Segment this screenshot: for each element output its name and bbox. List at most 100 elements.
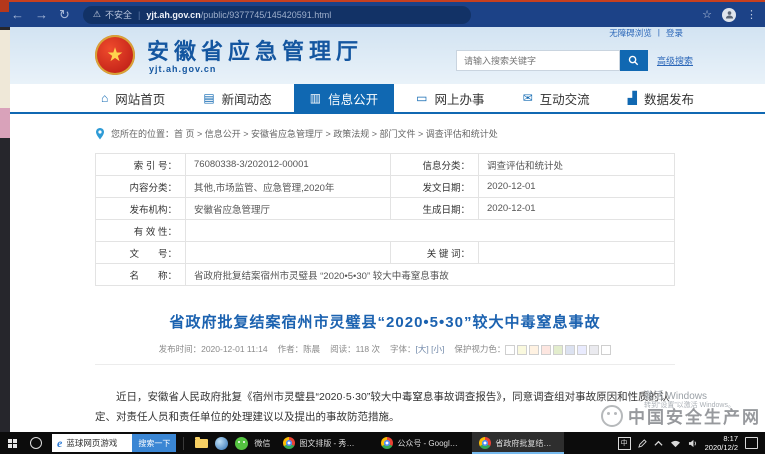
doc-name-value: 省政府批复结案宿州市灵璧县 “2020•5•30” 较大中毒窒息事故 (186, 264, 675, 286)
taskbar-window-current-article[interactable]: 省政府批复结案宿... (472, 432, 564, 454)
nav-label: 网上办事 (435, 89, 485, 108)
content-class-label: 内容分类： (96, 176, 186, 198)
chart-icon: ▟ (628, 91, 637, 105)
top-red-strip (0, 0, 765, 2)
author: 作者：陈晨 (278, 343, 321, 355)
nav-item-online-services[interactable]: ▭ 网上办事 (400, 84, 500, 112)
emblem-star-icon: ★ (106, 44, 123, 67)
taskbar-window-xiumi[interactable]: 图文排版 - 秀米 XI... (276, 432, 368, 454)
address-bar[interactable]: ⚠ 不安全 | yjt.ah.gov.cn/public/9377745/145… (83, 6, 471, 24)
table-row: 文 号： 关 键 词： (96, 242, 675, 264)
document-info-table: 索 引 号： 76080338-3/202012-00001 信息分类： 调查评… (95, 153, 675, 286)
doc-number-value (186, 242, 391, 264)
taskbar-window-official-account[interactable]: 公众号 - Google ... (374, 432, 466, 454)
wechat-icon (235, 437, 248, 450)
ime-icon[interactable]: 中 (618, 437, 631, 450)
notification-center-icon[interactable] (745, 437, 758, 449)
profile-avatar[interactable] (722, 8, 736, 22)
wechat-label[interactable]: 微信 (254, 438, 270, 449)
nav-item-interaction[interactable]: ✉ 互动交流 (507, 84, 606, 112)
issue-date-value: 2020-12-01 (479, 176, 675, 198)
document-icon: ▥ (310, 91, 321, 105)
bookmark-star-icon[interactable]: ☆ (702, 8, 712, 21)
table-row: 名 称： 省政府批复结案宿州市灵璧县 “2020•5•30” 较大中毒窒息事故 (96, 264, 675, 286)
nav-item-data-release[interactable]: ▟ 数据发布 (612, 84, 710, 112)
nav-item-news[interactable]: ▤ 新闻动态 (187, 84, 287, 112)
not-secure-warning-icon: ⚠ (93, 9, 101, 20)
breadcrumb: 您所在的位置：首 页 > 信息公开 > 安徽省应急管理厅 > 政策法规 > 部门… (95, 127, 765, 140)
corner-red-block (0, 0, 9, 12)
browser-menu-icon[interactable]: ⋮ (746, 8, 757, 21)
chevron-up-icon[interactable] (654, 440, 663, 447)
reload-icon[interactable]: ↻ (59, 8, 70, 21)
taskbar-search-box[interactable]: e 蓝球网页游戏 搜索一下 (52, 434, 176, 452)
doc-number-label: 文 号： (96, 242, 186, 264)
advanced-search-link[interactable]: 高级搜索 (657, 54, 693, 67)
taskbar-divider (183, 437, 184, 450)
nav-label: 新闻动态 (222, 89, 272, 108)
eye-protect-swatch[interactable] (601, 345, 611, 355)
cortana-button[interactable] (24, 432, 48, 454)
article-meta: 发布时间：2020-12-01 11:14 作者：陈晨 阅读：118 次 字体：… (95, 343, 675, 355)
site-title: 安徽省应急管理厅 (147, 34, 363, 66)
nav-item-home[interactable]: ⌂ 网站首页 (85, 84, 181, 112)
taskbar-search-button[interactable]: 搜索一下 (132, 434, 176, 452)
eye-protect-swatch[interactable] (553, 345, 563, 355)
site-domain: yjt.ah.gov.cn (149, 64, 216, 74)
accessibility-link[interactable]: 无障碍浏览 (609, 27, 652, 39)
font-small-button[interactable]: [小] (431, 344, 444, 354)
article-title: 省政府批复结案宿州市灵璧县“2020•5•30”较大中毒窒息事故 (95, 311, 675, 332)
not-secure-label: 不安全 (105, 8, 132, 21)
links-divider: | (658, 27, 660, 39)
eye-protect-swatch[interactable] (589, 345, 599, 355)
webpage: ★ 安徽省应急管理厅 yjt.ah.gov.cn 无障碍浏览 | 登录 高级搜索… (10, 27, 765, 432)
index-number-label: 索 引 号： (96, 154, 186, 176)
pen-icon[interactable] (638, 439, 647, 448)
windows-taskbar: e 蓝球网页游戏 搜索一下 微信 图文排版 - 秀米 XI... 公众号 - G… (0, 432, 765, 454)
nav-item-info-disclosure[interactable]: ▥ 信息公开 (294, 84, 394, 112)
eye-protect-swatch[interactable] (529, 345, 539, 355)
browser-actions: ☆ ⋮ (702, 8, 757, 22)
issue-date-label: 发文日期： (391, 176, 479, 198)
breadcrumb-text[interactable]: 您所在的位置：首 页 > 信息公开 > 安徽省应急管理厅 > 政策法规 > 部门… (111, 127, 498, 140)
eye-protect-swatches (505, 345, 611, 355)
info-class-label: 信息分类： (391, 154, 479, 176)
eye-protect-swatch[interactable] (565, 345, 575, 355)
wifi-icon[interactable] (670, 439, 681, 448)
start-button[interactable] (0, 432, 24, 454)
person-icon (725, 10, 734, 19)
back-icon[interactable]: ← (11, 8, 24, 21)
table-row: 发布机构： 安徽省应急管理厅 生成日期： 2020-12-01 (96, 198, 675, 220)
system-tray: 中 8:17 2020/12/2 (618, 434, 765, 452)
eye-protect-swatch[interactable] (505, 345, 515, 355)
validity-label: 有 效 性： (96, 220, 186, 242)
article-content: 索 引 号： 76080338-3/202012-00001 信息分类： 调查评… (95, 153, 675, 427)
eye-protect-label: 保护视力色： (454, 344, 505, 354)
chrome-icon (381, 437, 393, 449)
content-class-value: 其他,市场监管、应急管理,2020年 (186, 176, 391, 198)
keyword-label: 关 键 词： (391, 242, 479, 264)
file-explorer-button[interactable] (191, 432, 211, 454)
clock[interactable]: 8:17 2020/12/2 (705, 434, 738, 452)
search-input[interactable] (456, 50, 620, 71)
nav-label: 网站首页 (115, 89, 165, 108)
publish-time: 发布时间：2020-12-01 11:14 (159, 343, 268, 355)
eye-protect-swatch[interactable] (517, 345, 527, 355)
font-large-button[interactable]: [大] (416, 344, 429, 354)
cortana-circle-icon (30, 437, 42, 449)
search-button[interactable] (620, 50, 648, 71)
font-size-control: 字体：[大] [小] (390, 343, 444, 355)
wechat-button[interactable] (231, 432, 251, 454)
table-row: 内容分类： 其他,市场监管、应急管理,2020年 发文日期： 2020-12-0… (96, 176, 675, 198)
table-row: 索 引 号： 76080338-3/202012-00001 信息分类： 调查评… (96, 154, 675, 176)
eye-protect-swatch[interactable] (577, 345, 587, 355)
google-earth-button[interactable] (211, 432, 231, 454)
forward-icon[interactable]: → (35, 8, 48, 21)
eye-protect-swatch[interactable] (541, 345, 551, 355)
ie-icon: e (57, 436, 62, 451)
login-link[interactable]: 登录 (666, 27, 683, 39)
browser-toolbar: ← → ↻ ⚠ 不安全 | yjt.ah.gov.cn/public/93777… (0, 2, 765, 27)
window-title: 公众号 - Google ... (397, 438, 459, 449)
volume-icon[interactable] (688, 439, 698, 448)
publisher-value: 安徽省应急管理厅 (186, 198, 391, 220)
